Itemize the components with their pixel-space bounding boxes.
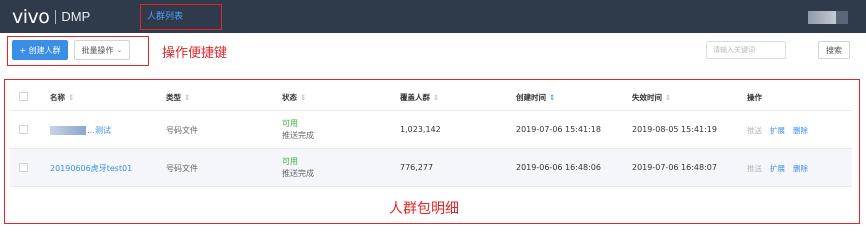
batch-actions-dropdown[interactable]: 批量操作 ⌄ — [74, 40, 130, 60]
expand-action[interactable]: 扩展 — [770, 125, 785, 136]
avatar[interactable] — [836, 11, 848, 24]
nav-item-audience-list[interactable]: 人群列表 — [140, 4, 222, 30]
column-header-name[interactable]: 名称 ⇕ — [50, 92, 74, 103]
create-audience-label: + 创建人群 — [19, 45, 61, 55]
status-detail: 推送完成 — [282, 169, 314, 178]
search-button[interactable]: 搜索 — [818, 41, 850, 59]
column-header-coverage[interactable]: 覆盖人群 ⇕ — [400, 92, 439, 103]
status-badge: 可用 — [282, 157, 298, 166]
table-row: …测试 号码文件 可用 推送完成 1,023,142 2019-07-06 15… — [10, 111, 852, 149]
redacted-text — [50, 126, 86, 135]
push-action[interactable]: 推送 — [747, 125, 762, 136]
table-row: 20190606虎牙test01 号码文件 可用 推送完成 776,277 20… — [10, 149, 852, 187]
delete-action[interactable]: 删除 — [793, 125, 808, 136]
table-header: 名称 ⇕ 类型 ⇕ 状态 ⇕ 覆盖人群 ⇕ 创建时间 ⇕ 失效时间 ⇕ 操作 — [10, 83, 852, 111]
column-header-status[interactable]: 状态 ⇕ — [282, 92, 306, 103]
created-time: 2019-07-06 15:41:18 — [516, 125, 601, 134]
audience-name-link[interactable]: …测试 — [50, 125, 111, 136]
toolbar-annotation: 操作便捷键 — [162, 46, 228, 61]
column-header-expires[interactable]: 失效时间 ⇕ — [632, 92, 671, 103]
select-all-checkbox[interactable] — [19, 92, 28, 101]
coverage-count: 1,023,142 — [400, 125, 441, 134]
audience-type: 号码文件 — [166, 164, 198, 173]
create-audience-button[interactable]: + 创建人群 — [12, 40, 68, 60]
coverage-count: 776,277 — [400, 163, 434, 172]
logo-product: DMP — [61, 9, 91, 24]
status-badge: 可用 — [282, 119, 298, 128]
expand-action[interactable]: 扩展 — [770, 163, 785, 174]
audience-type: 号码文件 — [166, 126, 198, 135]
logo-divider — [55, 10, 57, 24]
logo-brand: vivo — [12, 6, 50, 28]
sort-icon: ⇕ — [300, 93, 307, 102]
sort-icon: ⇕ — [433, 93, 440, 102]
delete-action[interactable]: 删除 — [793, 163, 808, 174]
sort-icon: ⇕ — [549, 93, 556, 102]
audience-name-link[interactable]: 20190606虎牙test01 — [50, 163, 132, 174]
sort-icon: ⇕ — [665, 93, 672, 102]
row-checkbox[interactable] — [19, 163, 28, 172]
search-button-label: 搜索 — [826, 45, 842, 55]
row-checkbox[interactable] — [19, 125, 28, 134]
chevron-down-icon: ⌄ — [116, 46, 123, 54]
batch-actions-label: 批量操作 — [81, 45, 114, 55]
sort-icon: ⇕ — [184, 93, 191, 102]
user-name-blurred[interactable] — [808, 11, 836, 24]
search-input[interactable] — [706, 41, 786, 59]
column-header-type[interactable]: 类型 ⇕ — [166, 92, 190, 103]
push-action[interactable]: 推送 — [747, 163, 762, 174]
logo[interactable]: vivo DMP — [12, 7, 90, 27]
column-header-actions: 操作 — [747, 93, 762, 102]
column-header-created[interactable]: 创建时间 ⇕ — [516, 92, 555, 103]
top-bar: vivo DMP 人群列表 — [0, 0, 866, 33]
table-annotation: 人群包明细 — [389, 201, 459, 217]
expire-time: 2019-07-06 16:48:07 — [632, 163, 717, 172]
sort-icon: ⇕ — [68, 93, 75, 102]
nav-item-label[interactable]: 人群列表 — [147, 9, 183, 22]
expire-time: 2019-08-05 15:41:19 — [632, 125, 717, 134]
status-detail: 推送完成 — [282, 131, 314, 140]
created-time: 2019-06-06 16:48:06 — [516, 163, 601, 172]
